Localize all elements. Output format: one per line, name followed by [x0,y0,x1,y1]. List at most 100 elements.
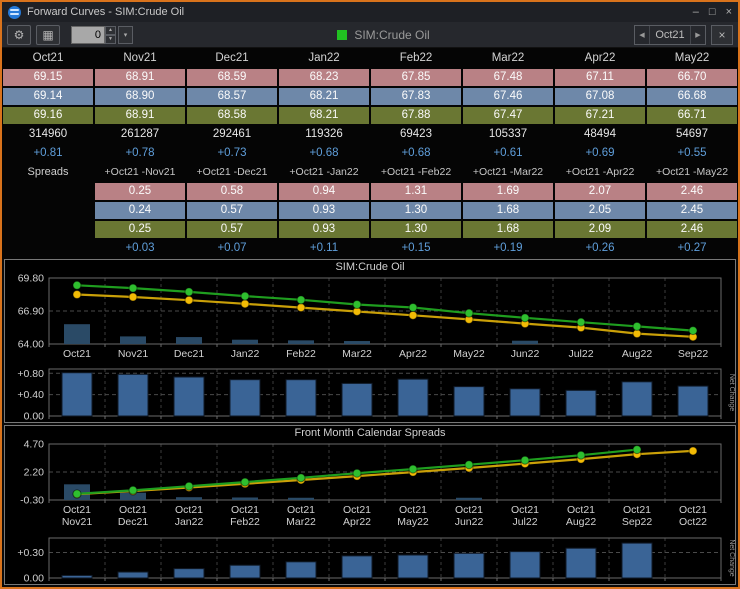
svg-text:Oct21: Oct21 [567,504,595,516]
price-cell[interactable]: 68.59 [187,69,277,86]
month-header: Apr22 [555,50,645,67]
svg-text:Feb22: Feb22 [286,348,316,360]
spread-cell[interactable]: 1.31 [371,183,461,200]
price-cell[interactable]: 67.11 [555,69,645,86]
price-cell[interactable]: 68.21 [279,88,369,105]
toolbar-close-button[interactable]: × [711,25,733,45]
svg-text:Jun22: Jun22 [455,516,484,528]
svg-text:May22: May22 [397,516,429,528]
price-cell[interactable]: 68.23 [279,69,369,86]
price-cell[interactable]: 69.16 [3,107,93,124]
spread-cell[interactable]: 0.25 [95,221,185,238]
spread-cell[interactable]: 0.25 [95,183,185,200]
svg-text:Jan22: Jan22 [175,516,204,528]
spin-up-button[interactable]: ▲ [105,26,116,35]
spread-cell[interactable]: 1.69 [463,183,553,200]
net-change-cell: +0.78 [95,145,185,162]
title-bar[interactable]: Forward Curves - SIM:Crude Oil – □ × [2,2,738,22]
svg-text:Oct21: Oct21 [175,504,203,516]
price-cell[interactable]: 66.68 [647,88,737,105]
depth-spinner-input[interactable] [71,26,105,44]
spread-cell[interactable]: 2.46 [647,221,737,238]
spread-cell[interactable]: 1.68 [463,202,553,219]
svg-text:Oct21: Oct21 [623,504,651,516]
svg-text:Oct21: Oct21 [399,504,427,516]
spread-header: +Oct21 -Jan22 [279,164,369,181]
price-cell[interactable]: 67.47 [463,107,553,124]
app-window: Forward Curves - SIM:Crude Oil – □ × ⚙ ▦… [0,0,740,589]
spread-cell[interactable]: 0.93 [279,221,369,238]
net-change-cell: +0.73 [187,145,277,162]
chevron-left-icon: ◀ [639,31,644,39]
price-cell[interactable]: 68.21 [279,107,369,124]
prev-month-button[interactable]: ◀ [635,26,649,44]
price-cell[interactable]: 67.83 [371,88,461,105]
price-cell[interactable]: 67.85 [371,69,461,86]
next-month-button[interactable]: ▶ [691,26,705,44]
svg-text:2.20: 2.20 [24,467,45,479]
net-change-cell: +0.07 [187,240,277,257]
spread-cell[interactable]: 0.57 [187,202,277,219]
price-cell[interactable]: 68.91 [95,69,185,86]
spread-cell[interactable]: 0.24 [95,202,185,219]
spreads-label: Spreads [3,164,93,181]
spread-cell[interactable]: 0.58 [187,183,277,200]
price-cell[interactable]: 68.90 [95,88,185,105]
svg-text:+0.30: +0.30 [17,547,44,559]
price-cell[interactable]: 67.88 [371,107,461,124]
price-cell[interactable]: 67.21 [555,107,645,124]
volume-cell: 48494 [555,126,645,143]
spread-cell[interactable]: 0.93 [279,202,369,219]
spread-chart-title: Front Month Calendar Spreads [5,426,735,440]
spread-cell[interactable]: 2.07 [555,183,645,200]
month-header: Feb22 [371,50,461,67]
price-cell[interactable]: 69.14 [3,88,93,105]
spread-header: +Oct21 -Nov21 [95,164,185,181]
price-cell[interactable]: 67.46 [463,88,553,105]
svg-text:Oct22: Oct22 [679,516,707,528]
net-change-cell: +0.81 [3,145,93,162]
price-cell[interactable]: 68.58 [187,107,277,124]
spread-cell[interactable]: 1.30 [371,202,461,219]
price-cell[interactable]: 69.15 [3,69,93,86]
settings-button[interactable]: ⚙ [7,25,31,45]
price-cell[interactable]: 66.71 [647,107,737,124]
spread-cell[interactable]: 2.09 [555,221,645,238]
volume-cell: 292461 [187,126,277,143]
volume-cell: 105337 [463,126,553,143]
gear-icon: ⚙ [14,28,25,42]
svg-text:Oct21: Oct21 [231,504,259,516]
grid-view-button[interactable]: ▦ [36,25,60,45]
spinner-dropdown-button[interactable]: ▾ [118,26,133,44]
price-cell[interactable]: 66.70 [647,69,737,86]
maximize-button[interactable]: □ [709,5,716,19]
close-button[interactable]: × [726,5,732,19]
month-header: Mar22 [463,50,553,67]
net-change-cell: +0.15 [371,240,461,257]
spread-cell[interactable]: 1.68 [463,221,553,238]
spread-cell[interactable]: 0.57 [187,221,277,238]
spin-down-button[interactable]: ▼ [105,35,116,44]
spread-cell[interactable]: 1.30 [371,221,461,238]
spread-cell[interactable]: 2.46 [647,183,737,200]
spread-header: +Oct21 -May22 [647,164,737,181]
net-change-cell: +0.55 [647,145,737,162]
instrument-label: SIM:Crude Oil [354,28,429,42]
price-cell[interactable]: 67.48 [463,69,553,86]
window-title: Forward Curves - SIM:Crude Oil [27,6,184,18]
net-change-cell: +0.27 [647,240,737,257]
svg-text:Oct21: Oct21 [63,504,91,516]
month-header: Dec21 [187,50,277,67]
spread-cell[interactable]: 0.94 [279,183,369,200]
minimize-button[interactable]: – [693,5,699,19]
grid-icon: ▦ [42,28,53,42]
price-cell[interactable]: 68.91 [95,107,185,124]
volume-cell: 119326 [279,126,369,143]
spread-cell[interactable]: 2.45 [647,202,737,219]
svg-text:66.90: 66.90 [18,306,44,318]
price-cell[interactable]: 68.57 [187,88,277,105]
spread-cell[interactable]: 2.05 [555,202,645,219]
price-chart-panel: SIM:Crude Oil 69.8066.9064.00Oct21Nov21D… [4,259,736,423]
price-cell[interactable]: 67.08 [555,88,645,105]
spread-header: +Oct21 -Dec21 [187,164,277,181]
